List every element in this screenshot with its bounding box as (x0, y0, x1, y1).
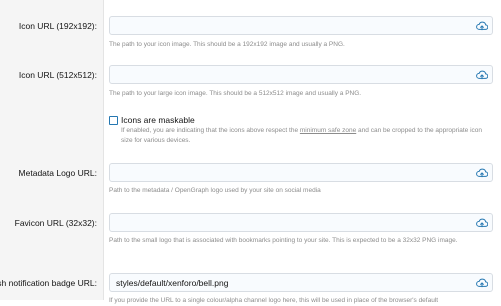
icon-192-label: Icon URL (192x192): (18, 21, 97, 31)
maskable-checkbox[interactable] (109, 116, 118, 125)
favicon-hint: Path to the small logo that is associate… (109, 237, 458, 244)
upload-cloud-icon[interactable] (476, 167, 488, 179)
upload-cloud-icon[interactable] (476, 217, 488, 229)
favicon-label: Favicon URL (32x32): (14, 218, 97, 228)
badge-url-value: styles/default/xenforo/bell.png (116, 278, 229, 288)
metadata-logo-input[interactable] (109, 163, 493, 182)
icon-192-input[interactable] (109, 16, 493, 35)
maskable-hint: If enabled, you are indicating that the … (121, 126, 486, 146)
badge-url-hint: If you provide the URL to a single colou… (109, 297, 439, 304)
icon-512-label: Icon URL (512x512): (18, 70, 97, 80)
labels-column (0, 0, 104, 300)
favicon-input[interactable] (109, 213, 493, 232)
upload-cloud-icon[interactable] (476, 277, 488, 289)
badge-url-input[interactable]: styles/default/xenforo/bell.png (109, 273, 493, 292)
icon-512-hint: The path to your large icon image. This … (109, 90, 362, 97)
icon-512-input[interactable] (109, 65, 493, 84)
maskable-label[interactable]: Icons are maskable (121, 115, 195, 125)
icon-192-hint: The path to your icon image. This should… (109, 41, 345, 48)
upload-cloud-icon[interactable] (476, 69, 488, 81)
minimum-safe-zone-link[interactable]: minimum safe zone (300, 127, 356, 134)
metadata-logo-label: Metadata Logo URL: (18, 168, 97, 178)
metadata-logo-hint: Path to the metadata / OpenGraph logo us… (109, 187, 321, 194)
badge-url-label: sh notification badge URL: (0, 278, 97, 288)
maskable-hint-before: If enabled, you are indicating that the … (121, 127, 299, 134)
upload-cloud-icon[interactable] (476, 20, 488, 32)
